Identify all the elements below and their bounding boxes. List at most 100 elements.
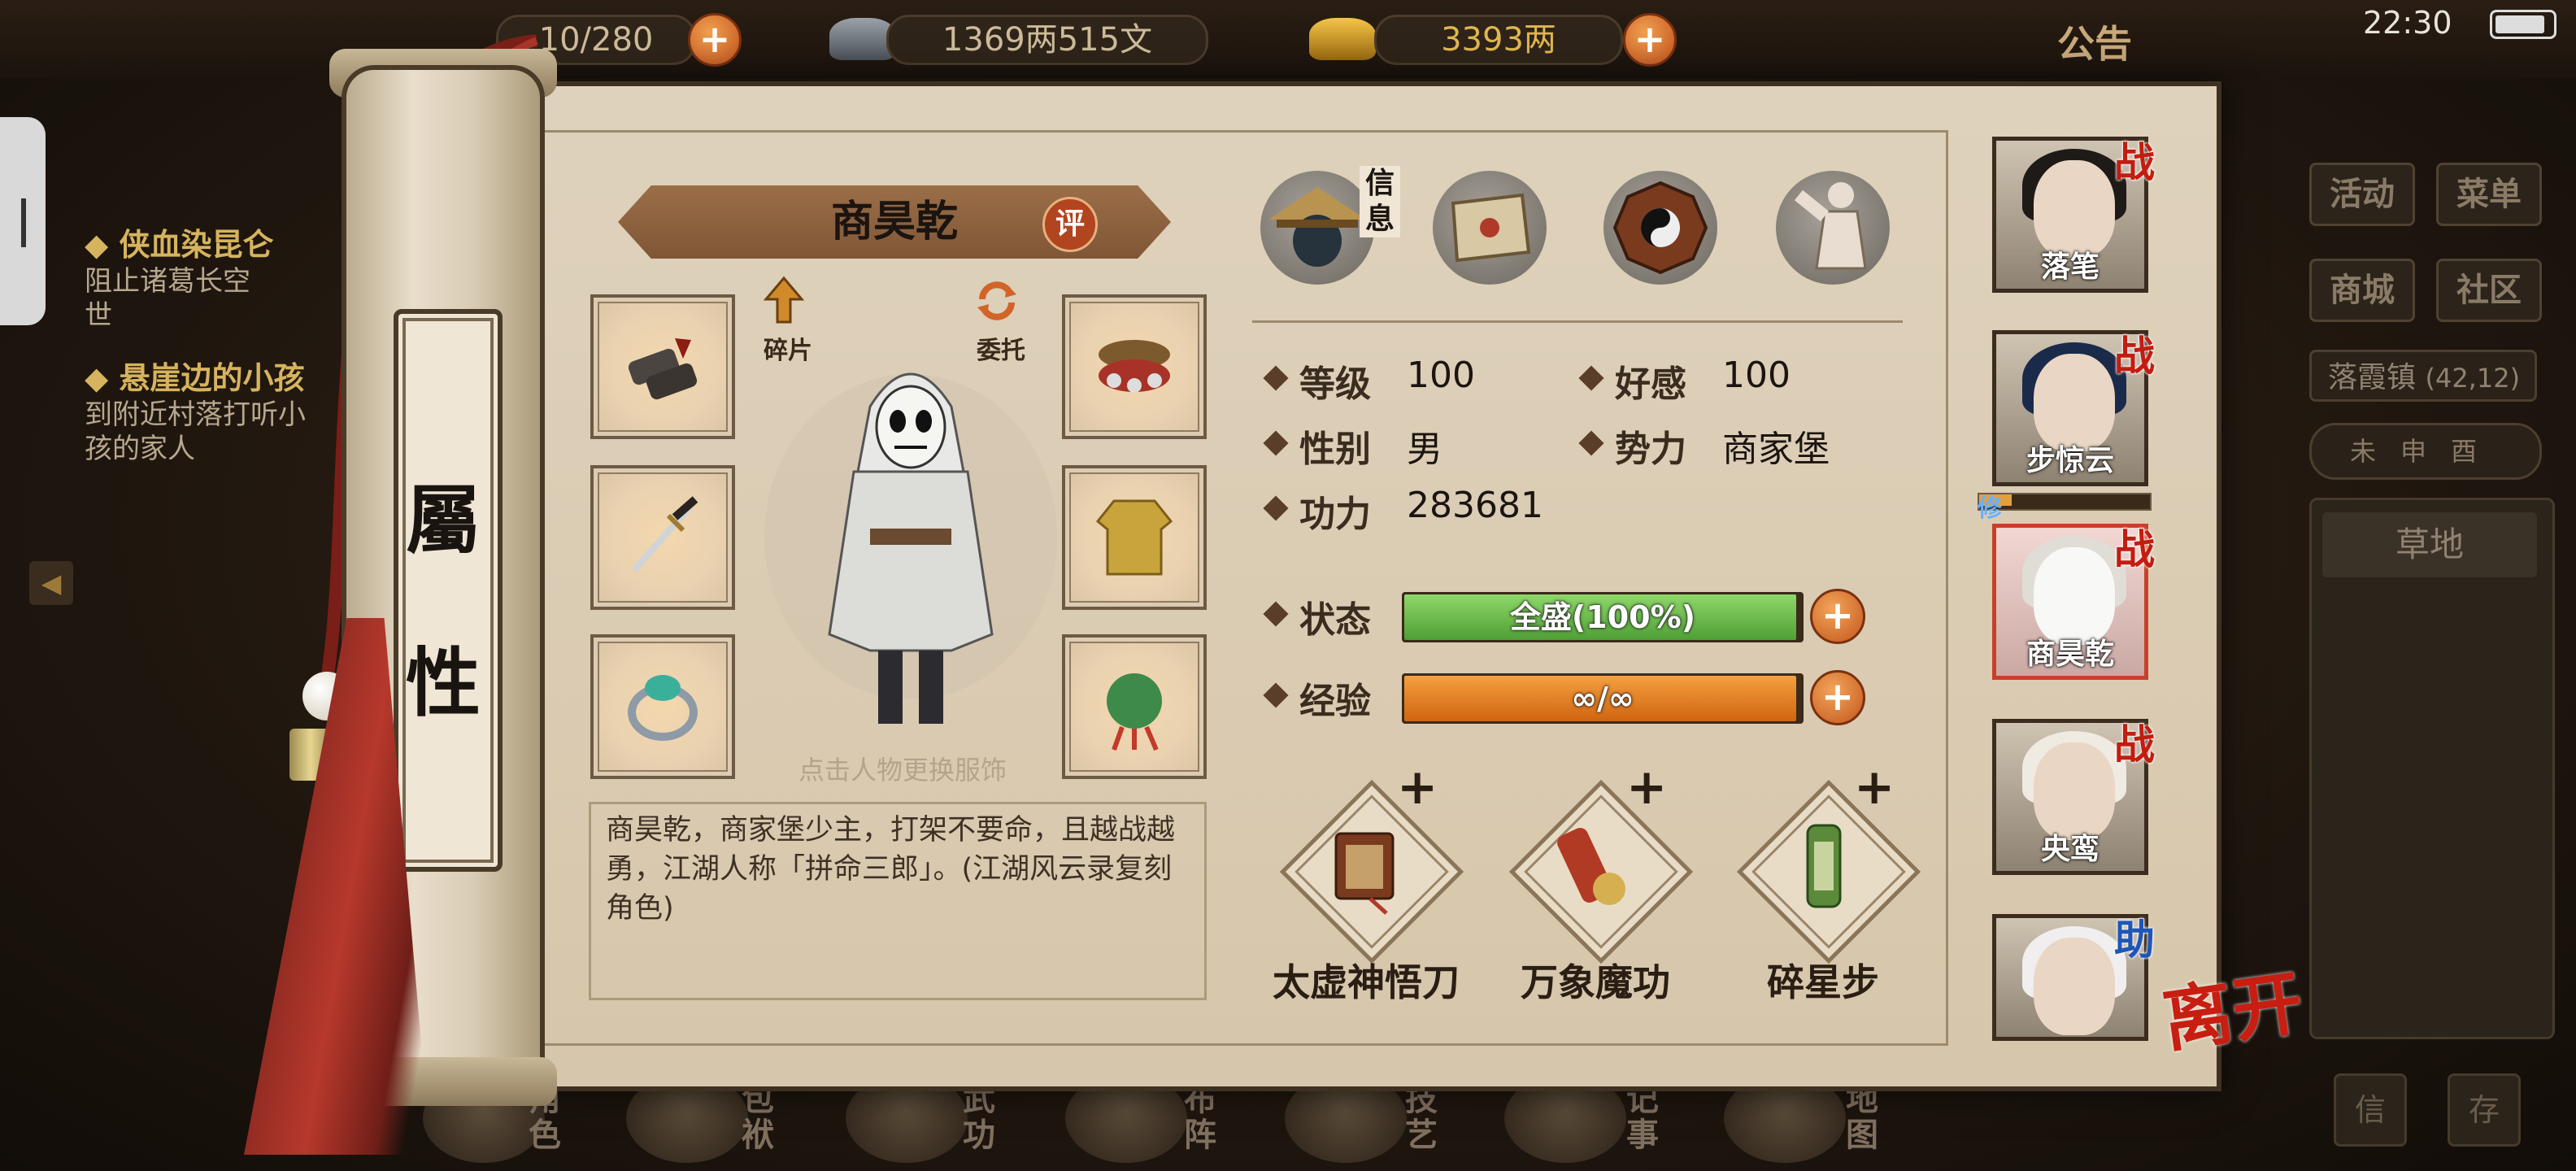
equip-slot-ring[interactable] [590,634,735,779]
add-gold-button[interactable]: + [1623,13,1677,67]
equip-slot-bracers[interactable] [590,294,735,439]
quest-desc: 世 [85,299,112,332]
drawer-grip-icon [21,198,26,247]
bracers-icon [628,338,698,400]
assist-badge: 助 [2114,916,2155,964]
battle-badge: 战 [2114,525,2155,573]
straw-hat-warrior-icon [1268,187,1366,267]
battle-badge: 战 [2114,138,2155,186]
menu-button[interactable]: 菜单 [2436,163,2542,226]
party-member-name: 央鸾 [2040,833,2100,866]
restore-status-button[interactable]: + [1810,589,1865,644]
power-label: 功力 [1299,494,1371,535]
quest-title: ◆ 悬崖边的小孩 [85,360,305,396]
tab-divider [1252,320,1903,323]
jade-amulet-icon [1107,673,1162,751]
leave-button[interactable]: 离开 [2158,962,2308,1063]
attributes-tab-label: 屬 性 [405,477,481,727]
rate-button[interactable]: 评 [1042,197,1098,252]
gold-ingot-icon [1309,18,1376,60]
battery-icon [2490,10,2556,39]
refresh-icon [977,281,1016,320]
power-value: 283681 [1407,485,1543,526]
equip-slot-necklace[interactable] [1062,294,1207,439]
gold-counter: 3393两 [1374,15,1623,65]
nav-formation-label: 布阵 [1184,1081,1216,1154]
notice-button[interactable]: 公告 [2057,15,2132,68]
add-exp-button[interactable]: + [1810,670,1865,725]
upgrade-skill-plus[interactable]: + [1626,763,1667,812]
quest-item[interactable]: ◆ 悬崖边的小孩 到附近村落打听小 孩的家人 [85,353,306,466]
tab-info-label: 信息 [1360,166,1400,237]
level-value: 100 [1407,355,1475,396]
skill-name: 万象魔功 [1521,960,1670,1004]
red-scroll-icon [1557,828,1625,905]
level-label: 等级 [1299,363,1371,405]
exp-bar-text: ∞/∞ [1571,681,1634,716]
skill-slot-1[interactable]: + 太虚神悟刀 [1252,763,1480,1004]
location-name: 落霞镇 [2328,361,2417,394]
letters-button[interactable]: 信 [2334,1073,2407,1147]
save-button[interactable]: 存 [2448,1073,2521,1147]
favor-value: 100 [1722,355,1791,396]
sword-icon [632,496,698,572]
shop-button[interactable]: 商城 [2309,259,2415,322]
battle-badge: 战 [2114,332,2155,380]
gender-label: 性别 [1299,429,1371,470]
tab-bagua[interactable] [1603,171,1717,285]
quest-title: ◆ 侠血染昆仑 [85,227,274,263]
quest-desc: 孩的家人 [85,433,195,465]
green-scroll-icon [1806,824,1842,908]
party-member-name: 商昊乾 [2026,638,2114,671]
equip-slot-accessory[interactable] [1062,634,1207,779]
cultivating-badge: 修 [1978,494,2002,523]
muscle-body-icon [1794,182,1867,270]
status-bar-text: 全盛(100%) [1509,599,1696,635]
equip-slot-armor[interactable] [1062,465,1207,610]
map-scroll-icon [1451,193,1531,263]
up-arrow-icon [763,276,805,324]
skill-slot-3[interactable]: + 碎星步 [1709,763,1937,1004]
status-bar: 全盛(100%) [1402,592,1804,642]
quest-desc: 到附近村落打听小 [85,398,306,431]
upgrade-skill-plus[interactable]: + [1854,763,1895,812]
bagua-icon [1612,181,1708,275]
skill-name: 碎星步 [1767,960,1879,1004]
exp-label: 经验 [1299,681,1371,722]
golden-armor-icon [1095,499,1173,576]
silver-counter: 1369两515文 [886,15,1208,65]
character-bio: 商昊乾，商家堡少主，打架不要命，且越战越勇，江湖人称「拼命三郎」。(江湖风云录复… [589,802,1207,1000]
nav-bag-label: 包袱 [742,1081,774,1154]
portrait-face [2034,938,2115,1035]
party-member-name: 步惊云 [2026,444,2114,477]
silver-value: 1369两515文 [942,21,1153,59]
skill-name: 太虚神悟刀 [1273,960,1460,1004]
location-coords: (42,12) [2425,363,2521,394]
add-stamina-button[interactable]: + [688,13,742,67]
collapse-quest-arrow-icon[interactable]: ◀ [29,561,73,605]
gold-value: 3393两 [1441,21,1556,59]
quest-item[interactable]: ◆ 侠血染昆仑 阻止诸葛长空 世 [85,220,273,333]
necklace-icon [1099,340,1170,393]
nav-skills-label: 技艺 [1405,1081,1438,1154]
system-clock: 22:30 [2363,5,2452,41]
terrain-label[interactable]: 草地 [2322,512,2537,577]
upgrade-skill-plus[interactable]: + [1397,763,1438,812]
character-figure[interactable] [748,325,1073,748]
tab-info[interactable] [1260,171,1374,285]
battle-badge: 战 [2114,720,2155,768]
terrain-panel [2309,498,2555,1039]
activity-button[interactable]: 活动 [2309,163,2415,226]
faction-value: 商家堡 [1722,429,1830,470]
favor-label: 好感 [1615,363,1686,405]
nav-martial-arts-label: 武功 [963,1081,995,1154]
equip-slot-weapon[interactable] [590,465,735,610]
nav-journal-label: 记事 [1626,1081,1659,1154]
scroll-book-icon [1334,832,1395,915]
skill-slot-2[interactable]: + 万象魔功 [1482,763,1709,1004]
tab-map[interactable] [1433,171,1547,285]
tab-meridians[interactable] [1776,171,1890,285]
community-button[interactable]: 社区 [2436,259,2542,322]
ring-icon [628,675,698,741]
location-display: 落霞镇 (42,12) [2309,350,2537,402]
